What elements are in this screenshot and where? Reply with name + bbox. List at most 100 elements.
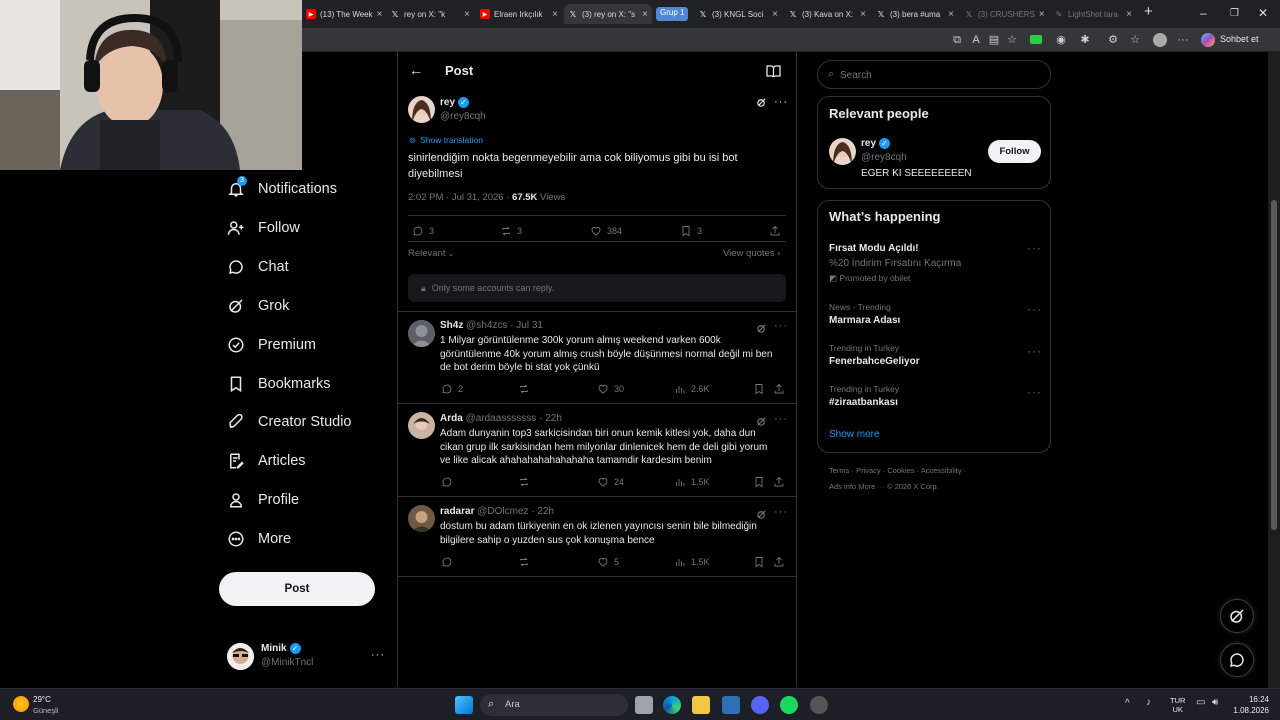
tray-overflow-icon[interactable]: ^ (1125, 698, 1130, 709)
trend-more-icon[interactable]: ··· (1027, 344, 1042, 358)
footer-link-ads-info[interactable]: Ads info (829, 482, 856, 491)
copilot-chat-label[interactable]: Sohbet et (1220, 34, 1259, 44)
views-action[interactable]: 1.5K (674, 556, 710, 568)
reply-action[interactable]: 2 (441, 383, 463, 395)
close-tab-icon[interactable]: × (1122, 9, 1132, 20)
reply-avatar[interactable] (408, 505, 435, 532)
taskbar-search[interactable]: ⌕ Ara (480, 694, 628, 716)
relevant-person-avatar[interactable] (829, 138, 856, 165)
reply-author-handle[interactable]: @sh4zcs (466, 320, 507, 331)
share-action[interactable] (773, 476, 790, 488)
copilot-icon[interactable] (1201, 33, 1215, 47)
edge-browser-icon[interactable] (663, 696, 681, 714)
search-input[interactable] (840, 67, 1040, 83)
reply-avatar[interactable] (408, 320, 435, 347)
repost-action[interactable]: 3 (500, 225, 522, 237)
close-tab-icon[interactable]: × (944, 9, 954, 20)
discord-icon[interactable] (751, 696, 769, 714)
browser-tab-active[interactable]: 𝕏 (3) rey on X: "s × (564, 4, 652, 24)
close-tab-icon[interactable]: × (373, 9, 383, 20)
restore-icon[interactable]: ❐ (1230, 8, 1239, 19)
reply-more-icon[interactable]: ··· (774, 320, 788, 332)
footer-link-accessibility[interactable]: Accessibility (921, 466, 962, 475)
weather-sun-icon[interactable] (13, 696, 29, 712)
footer-link-cookies[interactable]: Cookies (887, 466, 914, 475)
post-more-icon[interactable]: ··· (774, 96, 788, 108)
trend-more-icon[interactable]: ··· (1027, 302, 1042, 316)
show-translation-link[interactable]: ⊚ Show translation (409, 135, 483, 146)
close-tab-icon[interactable]: × (548, 9, 558, 20)
minimize-icon[interactable]: – (1200, 6, 1207, 20)
repost-action[interactable] (518, 556, 535, 568)
close-tab-icon[interactable]: × (768, 9, 778, 20)
browser-tab[interactable]: 𝕏 (3) KNGL Soci × (694, 4, 782, 24)
extensions-puzzle-icon[interactable]: ✱ (1078, 33, 1092, 47)
bookmark-action[interactable] (753, 383, 770, 395)
microphone-icon[interactable]: ♪ (1146, 697, 1151, 708)
follow-button[interactable]: Follow (988, 140, 1041, 163)
share-action[interactable] (773, 383, 790, 395)
windows-start-icon[interactable] (455, 696, 473, 714)
search-box[interactable]: ⌕ (817, 60, 1051, 89)
grok-explain-icon[interactable] (756, 97, 767, 111)
nav-grok[interactable]: Grok (226, 294, 289, 318)
scrollbar-thumb[interactable] (1271, 200, 1277, 530)
browser-essentials-icon[interactable]: ⚙ (1106, 33, 1120, 47)
views-action[interactable]: 2.6K (674, 383, 710, 395)
reply-author-name[interactable]: Arda (440, 413, 463, 424)
reader-icon[interactable]: ▤ (987, 33, 1001, 47)
spotify-icon[interactable] (780, 696, 798, 714)
share-action[interactable] (769, 225, 786, 237)
reply-more-icon[interactable]: ··· (774, 506, 788, 518)
network-icon[interactable]: ▭ (1196, 697, 1205, 708)
trend-title[interactable]: Fırsat Modu Açıldı! (829, 243, 919, 254)
relevant-person-handle[interactable]: @rey8cqh (861, 152, 907, 163)
repost-action[interactable] (518, 476, 535, 488)
translate-icon[interactable]: ⧉ (950, 33, 964, 47)
relevant-person-name[interactable]: rey ✓ (861, 138, 891, 149)
trend-more-icon[interactable]: ··· (1027, 385, 1042, 399)
favorites-icon[interactable]: ☆ (1128, 33, 1142, 47)
reply-author-handle[interactable]: @ardaasssssss (466, 413, 537, 424)
language-indicator[interactable]: TUR UK (1170, 696, 1185, 714)
more-menu-icon[interactable]: ··· (1176, 33, 1190, 47)
nav-bookmarks[interactable]: Bookmarks (226, 372, 331, 396)
trend-title[interactable]: #ziraatbankası (829, 397, 898, 408)
reply-more-icon[interactable]: ··· (774, 413, 788, 425)
browser-tab[interactable]: 𝕏 (3) Kava on X: × (784, 4, 870, 24)
back-arrow-icon[interactable]: ← (409, 62, 423, 78)
profile-avatar[interactable] (1153, 33, 1167, 47)
clock[interactable]: 16:24 1.08.2026 (1233, 694, 1269, 716)
view-quotes-link[interactable]: View quotes › (723, 248, 780, 259)
new-tab-icon[interactable]: + (1144, 3, 1153, 20)
nav-creator-studio[interactable]: Creator Studio (226, 410, 352, 434)
like-action[interactable]: 5 (597, 556, 619, 568)
nav-articles[interactable]: Articles (226, 449, 306, 473)
account-avatar[interactable] (227, 643, 254, 670)
extension-battery-icon[interactable] (1030, 35, 1042, 44)
file-explorer-icon[interactable] (692, 696, 710, 714)
close-window-icon[interactable]: ✕ (1258, 6, 1268, 20)
footer-link-privacy[interactable]: Privacy (856, 466, 881, 475)
browser-tab[interactable]: 𝕏 rey on X: "k × (386, 4, 474, 24)
like-action[interactable]: 30 (597, 383, 624, 395)
reply-action[interactable] (441, 556, 458, 568)
close-tab-icon[interactable]: × (1035, 9, 1045, 20)
bookmark-action[interactable] (753, 476, 770, 488)
show-more-link[interactable]: Show more (829, 429, 880, 440)
favorite-star-icon[interactable]: ☆ (1005, 33, 1019, 47)
reply-action[interactable]: 3 (412, 225, 434, 237)
reply-action[interactable] (441, 476, 458, 488)
reply-author-handle[interactable]: @DOlcmez (477, 506, 528, 517)
reply-sort-dropdown[interactable]: Relevant ⌄ (408, 248, 454, 259)
browser-tab[interactable]: 𝕏 (3) bera #uma × (872, 4, 958, 24)
footer-link-terms[interactable]: Terms (829, 466, 849, 475)
grok-float-button[interactable] (1220, 599, 1254, 633)
views-action[interactable]: 1.5K (674, 476, 710, 488)
account-menu-icon[interactable]: ··· (371, 649, 385, 661)
steam-icon[interactable] (722, 696, 740, 714)
nav-chat[interactable]: Chat (226, 255, 289, 279)
post-button[interactable]: Post (219, 572, 375, 606)
extension-icon[interactable]: ◉ (1054, 33, 1068, 47)
like-action[interactable]: 384 (590, 225, 622, 237)
